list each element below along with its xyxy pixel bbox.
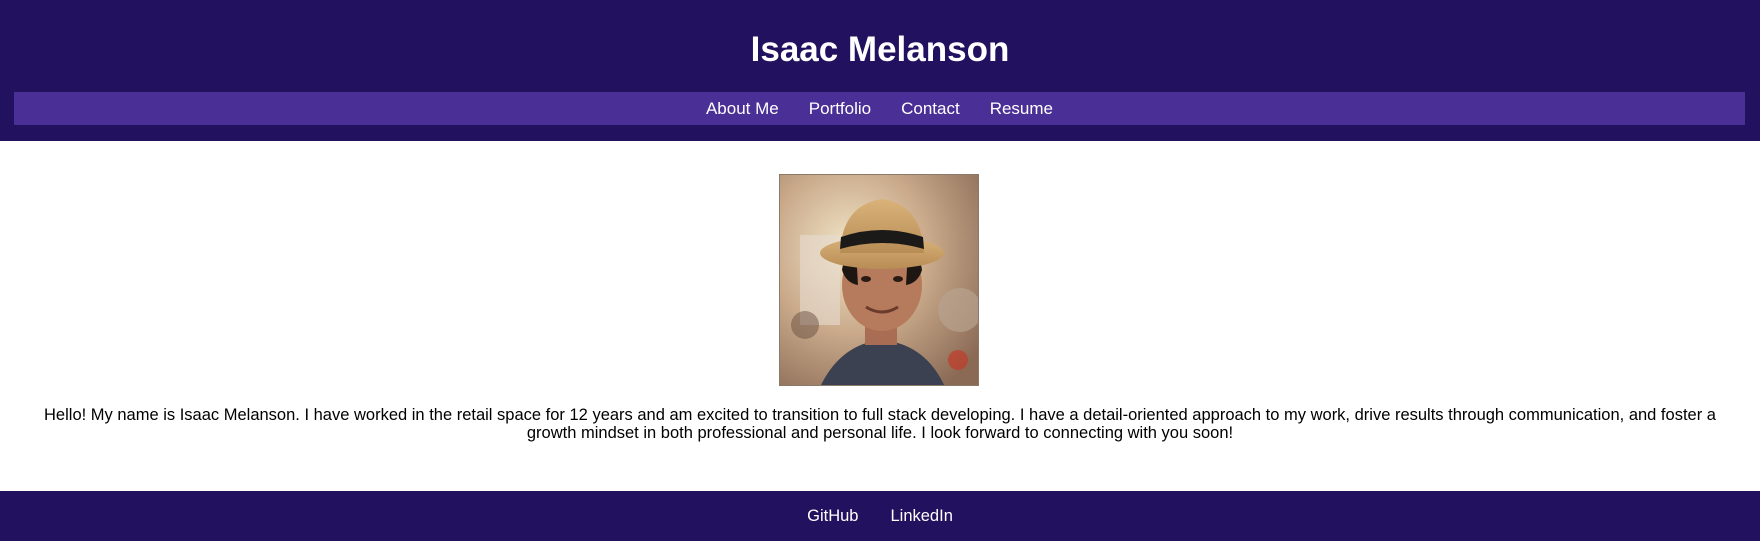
footer-link-github[interactable]: GitHub	[807, 507, 858, 526]
site-footer: GitHub LinkedIn	[0, 491, 1760, 541]
site-header: Isaac Melanson About Me Portfolio Contac…	[0, 0, 1760, 141]
nav-link-contact[interactable]: Contact	[901, 92, 960, 125]
nav-link-portfolio[interactable]: Portfolio	[809, 92, 871, 125]
nav-link-about-me[interactable]: About Me	[706, 92, 779, 125]
nav-bar: About Me Portfolio Contact Resume	[14, 92, 1745, 125]
profile-photo	[779, 174, 979, 386]
footer-link-linkedin[interactable]: LinkedIn	[890, 507, 952, 526]
bio-text: Hello! My name is Isaac Melanson. I have…	[44, 406, 1716, 442]
site-title: Isaac Melanson	[750, 30, 1010, 69]
nav-link-resume[interactable]: Resume	[990, 92, 1053, 125]
